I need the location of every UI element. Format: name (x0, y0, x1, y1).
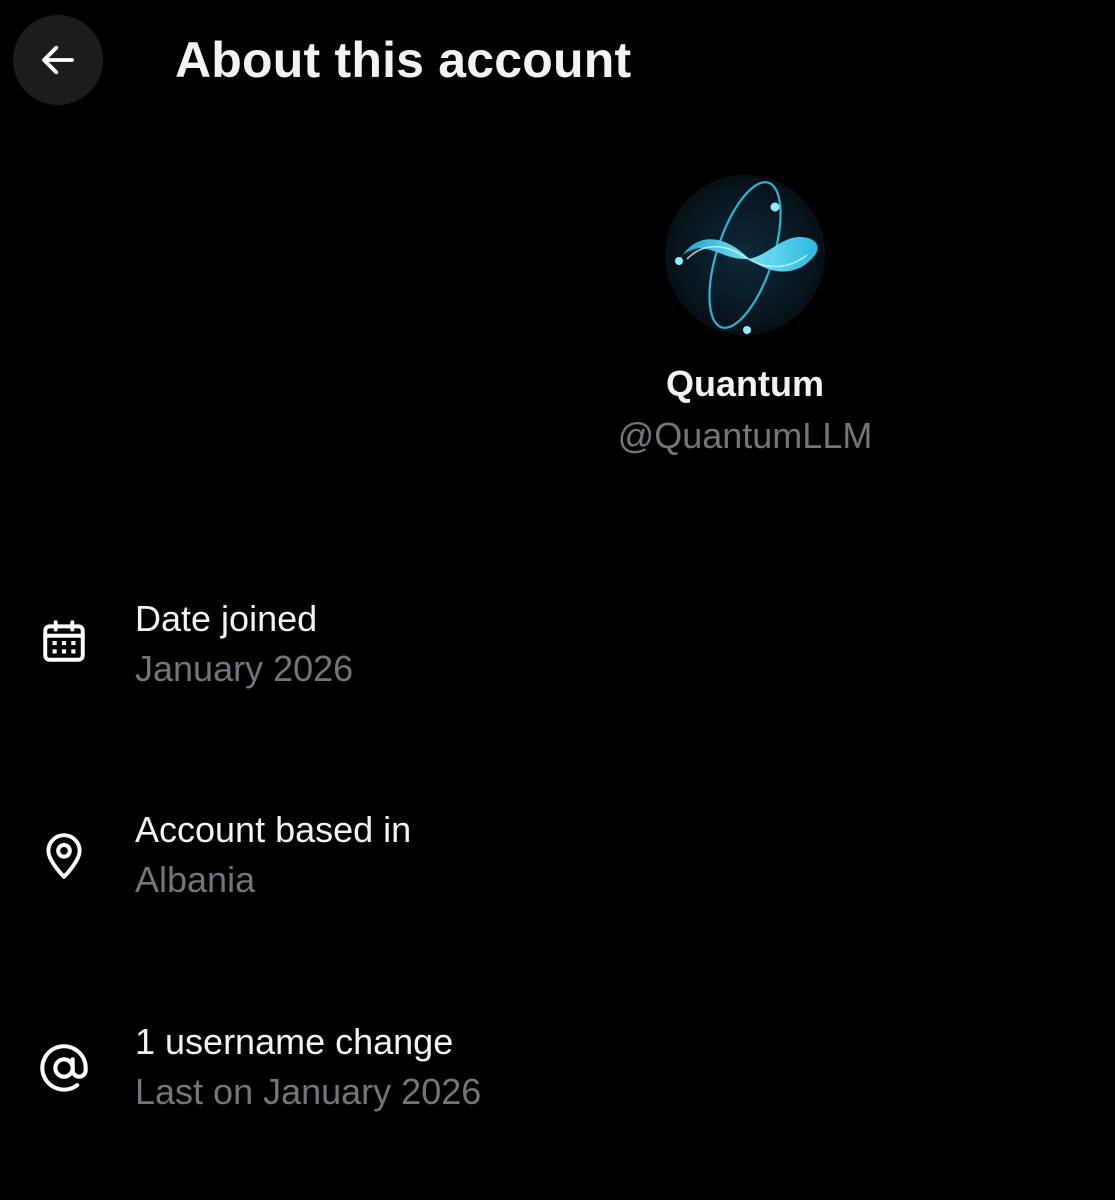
username-change-value: Last on January 2026 (135, 1071, 482, 1112)
account-based-in-value: Albania (135, 859, 256, 900)
at-sign-icon (36, 1040, 92, 1096)
username-change-label: 1 username change (135, 1021, 454, 1062)
arrow-left-icon (37, 39, 79, 81)
profile-section: Quantum @QuantumLLM (545, 175, 945, 457)
account-based-in-label: Account based in (135, 809, 412, 850)
avatar[interactable] (665, 175, 825, 335)
info-row-account-location: Account based in Albania (0, 808, 1115, 918)
username-handle: @QuantumLLM (617, 415, 873, 456)
date-joined-value: January 2026 (135, 648, 354, 689)
location-pin-icon (36, 828, 92, 884)
date-joined-label: Date joined (135, 598, 318, 639)
calendar-icon (36, 614, 92, 670)
display-name: Quantum (666, 363, 824, 404)
info-row-date-joined: Date joined January 2026 (0, 597, 1115, 707)
info-row-username-change: 1 username change Last on January 2026 (0, 1020, 1115, 1130)
back-button[interactable] (13, 15, 103, 105)
quantum-logo-icon (665, 175, 825, 335)
page-title: About this account (175, 32, 632, 88)
